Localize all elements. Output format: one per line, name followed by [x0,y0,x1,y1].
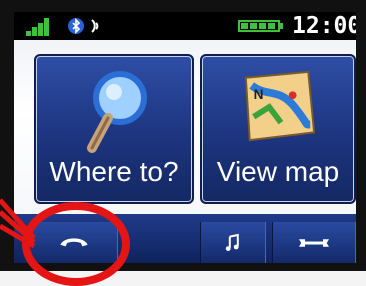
view-map-button[interactable]: N View map [200,54,356,204]
pointer-arrow-icon [0,198,36,249]
map-icon: N [244,70,316,142]
clock: 12:00 [292,13,356,39]
battery-tip [280,23,283,29]
music-note-icon [225,233,239,251]
battery-icon [238,20,280,32]
svg-text:N: N [254,87,264,102]
signal-bars-icon [26,18,56,36]
where-to-label: Where to? [49,156,179,187]
gps-icon [91,19,99,33]
tools-button[interactable] [272,222,356,263]
where-to-button[interactable]: Where to? [34,54,194,204]
device-bezel-right [356,0,366,271]
wrench-icon [299,238,329,247]
bluetooth-icon [68,18,84,34]
music-button[interactable] [200,222,266,263]
view-map-label: View map [216,156,340,187]
device-bezel-top [0,0,366,12]
magnifier-icon [87,71,147,153]
status-bar: 12:00 [14,12,356,40]
